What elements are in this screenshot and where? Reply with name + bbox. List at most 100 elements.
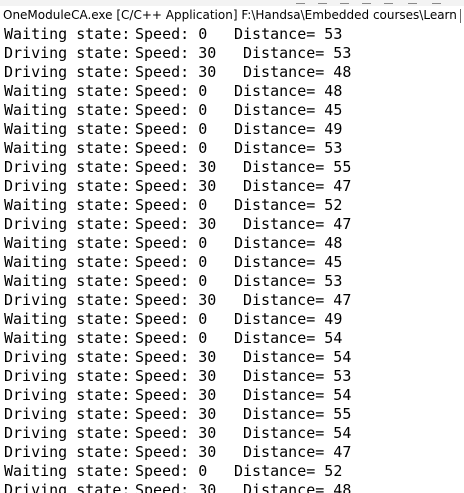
console-line: Waiting state: Speed: 0 Distance= 45 [0, 253, 464, 272]
distance-text: Distance= 47 [243, 177, 352, 195]
console-line: Driving state: Speed: 30 Distance= 53 [0, 44, 464, 63]
console-line: Waiting state: Speed: 0 Distance= 52 [0, 196, 464, 215]
console-line: Driving state: Speed: 30 Distance= 48 [0, 63, 464, 82]
console-line: Waiting state: Speed: 0 Distance= 53 [0, 272, 464, 291]
distance-text: Distance= 49 [234, 310, 343, 328]
speed-text: Speed: 30 [135, 177, 217, 195]
distance-text: Distance= 53 [234, 272, 343, 290]
state-text: Driving state: [4, 177, 131, 195]
state-text: Driving state: [4, 215, 131, 233]
console-line: Waiting state: Speed: 0 Distance= 49 [0, 120, 464, 139]
state-text: Driving state: [4, 291, 131, 309]
console-line: Driving state: Speed: 30 Distance= 47 [0, 215, 464, 234]
title-edge-marker [460, 9, 464, 23]
console-line: Waiting state: Speed: 0 Distance= 48 [0, 82, 464, 101]
toolbar-icon [318, 0, 327, 4]
speed-text: Speed: 0 [135, 101, 208, 119]
state-text: Driving state: [4, 158, 131, 176]
distance-text: Distance= 53 [234, 139, 343, 157]
console-line: Waiting state: Speed: 0 Distance= 54 [0, 329, 464, 348]
distance-text: Distance= 47 [243, 291, 352, 309]
toolbar-icon [296, 0, 305, 4]
speed-text: Speed: 0 [135, 272, 208, 290]
state-text: Driving state: [4, 63, 131, 81]
distance-text: Distance= 48 [234, 234, 343, 252]
console-line: Driving state: Speed: 30 Distance= 55 [0, 158, 464, 177]
distance-text: Distance= 45 [234, 101, 343, 119]
speed-text: Speed: 0 [135, 253, 208, 271]
distance-text: Distance= 54 [243, 348, 352, 366]
state-text: Waiting state: [4, 253, 131, 271]
distance-text: Distance= 53 [234, 25, 343, 43]
state-text: Waiting state: [4, 82, 131, 100]
state-text: Waiting state: [4, 272, 131, 290]
speed-text: Speed: 0 [135, 234, 208, 252]
console-output[interactable]: Waiting state: Speed: 0 Distance= 53 Drivin… [0, 25, 464, 493]
state-text: Waiting state: [4, 310, 131, 328]
speed-text: Speed: 30 [135, 215, 217, 233]
distance-text: Distance= 53 [243, 367, 352, 385]
state-text: Driving state: [4, 481, 131, 493]
speed-text: Speed: 30 [135, 291, 217, 309]
speed-text: Speed: 0 [135, 25, 208, 43]
distance-text: Distance= 45 [234, 253, 343, 271]
distance-text: Distance= 55 [243, 405, 352, 423]
console-line: Driving state: Speed: 30 Distance= 53 [0, 367, 464, 386]
console-line: Waiting state: Speed: 0 Distance= 48 [0, 234, 464, 253]
console-title-bar: OneModuleCA.exe [C/C++ Application] F:\H… [0, 6, 464, 25]
distance-text: Distance= 53 [243, 44, 352, 62]
console-line: Waiting state: Speed: 0 Distance= 53 [0, 139, 464, 158]
state-text: Waiting state: [4, 120, 131, 138]
toolbar-icon [432, 0, 441, 4]
distance-text: Distance= 49 [234, 120, 343, 138]
console-line: Driving state: Speed: 30 Distance= 47 [0, 443, 464, 462]
speed-text: Speed: 30 [135, 443, 217, 461]
console-title: OneModuleCA.exe [C/C++ Application] F:\H… [3, 8, 464, 22]
distance-text: Distance= 48 [234, 82, 343, 100]
distance-text: Distance= 55 [243, 158, 352, 176]
state-text: Driving state: [4, 367, 131, 385]
state-text: Waiting state: [4, 101, 131, 119]
state-text: Driving state: [4, 405, 131, 423]
toolbar-icon [384, 0, 393, 4]
console-line: Driving state: Speed: 30 Distance= 48 [0, 481, 464, 493]
speed-text: Speed: 0 [135, 139, 208, 157]
speed-text: Speed: 30 [135, 44, 217, 62]
speed-text: Speed: 30 [135, 424, 217, 442]
speed-text: Speed: 0 [135, 82, 208, 100]
speed-text: Speed: 30 [135, 386, 217, 404]
console-line: Driving state: Speed: 30 Distance= 54 [0, 348, 464, 367]
speed-text: Speed: 30 [135, 367, 217, 385]
console-line: Waiting state: Speed: 0 Distance= 53 [0, 25, 464, 44]
speed-text: Speed: 30 [135, 348, 217, 366]
toolbar-icon [340, 0, 349, 4]
console-line: Waiting state: Speed: 0 Distance= 45 [0, 101, 464, 120]
distance-text: Distance= 47 [243, 443, 352, 461]
distance-text: Distance= 52 [234, 462, 343, 480]
state-text: Driving state: [4, 424, 131, 442]
state-text: Driving state: [4, 348, 131, 366]
distance-text: Distance= 54 [234, 329, 343, 347]
speed-text: Speed: 30 [135, 481, 217, 493]
toolbar-icon [408, 0, 417, 4]
speed-text: Speed: 0 [135, 120, 208, 138]
distance-text: Distance= 48 [243, 481, 352, 493]
distance-text: Distance= 54 [243, 424, 352, 442]
distance-text: Distance= 47 [243, 215, 352, 233]
speed-text: Speed: 0 [135, 462, 208, 480]
state-text: Waiting state: [4, 462, 131, 480]
speed-text: Speed: 0 [135, 329, 208, 347]
speed-text: Speed: 30 [135, 63, 217, 81]
toolbar-icon [362, 0, 371, 4]
console-line: Driving state: Speed: 30 Distance= 54 [0, 424, 464, 443]
state-text: Driving state: [4, 443, 131, 461]
speed-text: Speed: 0 [135, 310, 208, 328]
state-text: Driving state: [4, 386, 131, 404]
console-line: Waiting state: Speed: 0 Distance= 52 [0, 462, 464, 481]
console-line: Driving state: Speed: 30 Distance= 54 [0, 386, 464, 405]
console-line: Waiting state: Speed: 0 Distance= 49 [0, 310, 464, 329]
speed-text: Speed: 30 [135, 158, 217, 176]
distance-text: Distance= 48 [243, 63, 352, 81]
state-text: Waiting state: [4, 234, 131, 252]
console-line: Driving state: Speed: 30 Distance= 55 [0, 405, 464, 424]
